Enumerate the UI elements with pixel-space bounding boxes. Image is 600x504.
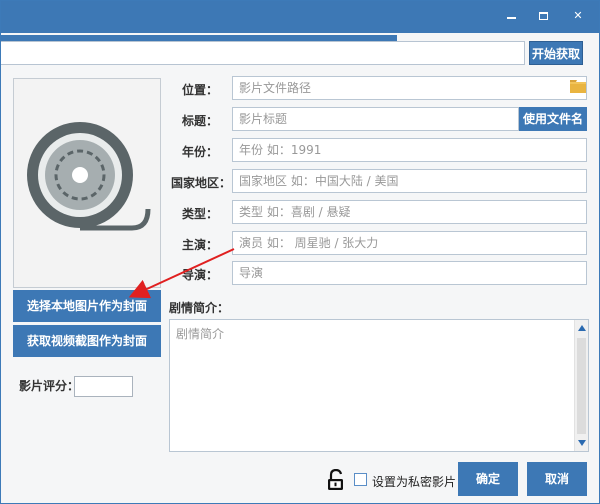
genre-label: 类型： [181,207,218,221]
title-bar[interactable]: ✕ [1,1,599,33]
private-checkbox[interactable] [354,473,367,486]
folder-icon[interactable] [570,80,586,93]
url-input[interactable] [1,35,525,65]
genre-input[interactable]: 类型 如：喜剧 / 悬疑 [232,200,587,224]
title-input[interactable]: 影片标题 [232,107,519,131]
year-input[interactable]: 年份 如：1991 [232,138,587,162]
synopsis-textarea[interactable]: 剧情简介 [169,319,589,452]
close-icon: ✕ [573,9,583,22]
cast-label: 主演： [181,238,218,252]
film-reel-icon [27,122,151,231]
select-local-cover-button[interactable]: 选择本地图片作为封面 [13,290,161,322]
synopsis-label: 剧情简介： [169,301,230,315]
maximize-icon [538,12,548,20]
video-screenshot-cover-button[interactable]: 获取视频截图作为封面 [13,325,161,357]
minimize-button[interactable] [501,7,521,25]
region-label: 国家地区： [170,176,231,190]
scroll-down-icon[interactable] [578,440,586,446]
close-button[interactable]: ✕ [565,7,591,25]
region-input[interactable]: 国家地区 如：中国大陆 / 美国 [232,169,587,193]
location-input[interactable]: 影片文件路径 [232,76,587,100]
rating-label: 影片评分： [19,379,80,393]
ok-button[interactable]: 确定 [458,462,518,496]
synopsis-placeholder: 剧情简介 [176,327,225,341]
scroll-thumb[interactable] [577,338,586,434]
synopsis-scrollbar[interactable] [574,320,588,451]
unlock-icon[interactable] [327,469,345,491]
start-fetch-button[interactable]: 开始获取 [529,41,583,65]
url-progress [1,35,397,41]
title-label: 标题： [181,114,218,128]
cast-input[interactable]: 演员 如： 周星驰 / 张大力 [232,231,587,255]
rating-input[interactable] [74,376,133,397]
private-label[interactable]: 设置为私密影片 [372,473,456,490]
minimize-icon [506,17,516,19]
movie-info-dialog: ✕ 开始获取 选择本地图片作为封面 获取视频截图作为封面 影片评分： 位置： 影… [0,0,600,504]
director-label: 导演： [181,268,218,282]
cancel-button[interactable]: 取消 [527,462,587,496]
cover-image-area[interactable] [13,78,161,288]
scroll-up-icon[interactable] [578,325,586,331]
director-input[interactable]: 导演 [232,261,587,285]
location-label: 位置： [181,83,218,97]
year-label: 年份： [181,145,218,159]
use-filename-button[interactable]: 使用文件名 [519,107,587,131]
maximize-button[interactable] [533,7,553,25]
